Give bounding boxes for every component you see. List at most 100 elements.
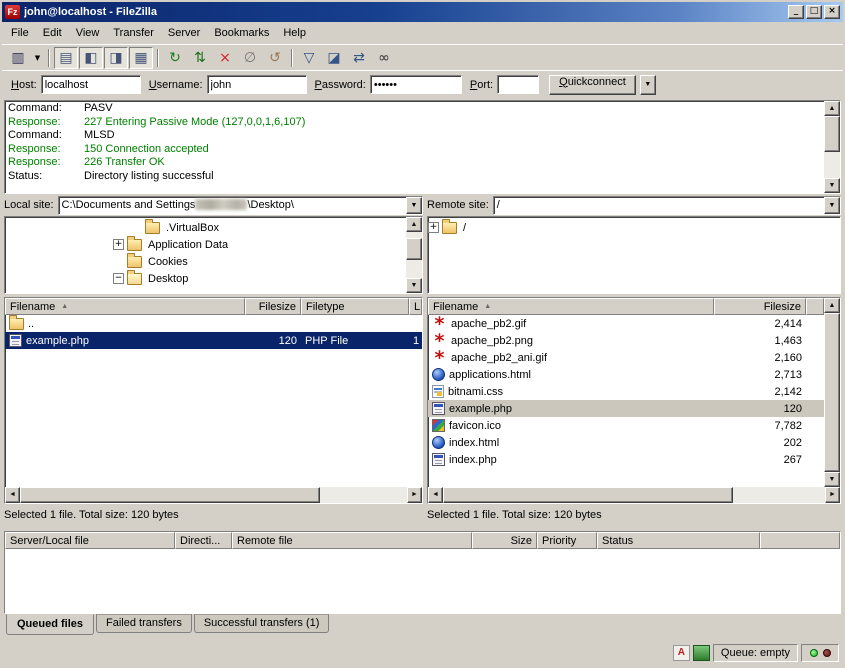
- expand-icon[interactable]: +: [113, 239, 124, 250]
- host-input[interactable]: [41, 75, 141, 94]
- column-header-priority[interactable]: Priority: [537, 532, 597, 549]
- queue-list-body[interactable]: [5, 549, 840, 613]
- tab-queued-files[interactable]: Queued files: [6, 614, 94, 635]
- column-header-filler[interactable]: [760, 532, 840, 549]
- cancel-button[interactable]: ×: [213, 47, 237, 69]
- tree-item[interactable]: .VirtualBox: [5, 219, 406, 236]
- column-header-size[interactable]: Size: [472, 532, 537, 549]
- tab-successful-transfers-1[interactable]: Successful transfers (1): [194, 614, 330, 633]
- scroll-right-button[interactable]: ►: [825, 487, 840, 503]
- file-row[interactable]: applications.html2,713: [428, 366, 824, 383]
- toggle-message-log-button[interactable]: ▤: [54, 47, 78, 69]
- site-manager-button[interactable]: ▥: [6, 47, 30, 69]
- reconnect-button[interactable]: ↺: [263, 47, 287, 69]
- scroll-track[interactable]: [824, 313, 840, 472]
- menu-item-view[interactable]: View: [69, 25, 107, 41]
- menu-item-edit[interactable]: Edit: [36, 25, 69, 41]
- scroll-down-button[interactable]: ▼: [824, 472, 840, 487]
- scroll-thumb[interactable]: [443, 487, 733, 503]
- port-input[interactable]: [497, 75, 539, 94]
- file-row[interactable]: apache_pb2_ani.gif2,160: [428, 349, 824, 366]
- menu-item-bookmarks[interactable]: Bookmarks: [207, 25, 276, 41]
- file-row[interactable]: index.php267: [428, 451, 824, 468]
- scroll-thumb[interactable]: [824, 313, 840, 472]
- scroll-down-button[interactable]: ▼: [824, 178, 840, 193]
- synchronized-browsing-button[interactable]: ⇄: [347, 47, 371, 69]
- file-row[interactable]: example.php120: [428, 400, 824, 417]
- scroll-left-button[interactable]: ◄: [5, 487, 20, 503]
- password-input[interactable]: [370, 75, 462, 94]
- scroll-down-button[interactable]: ▼: [406, 278, 422, 293]
- menu-item-server[interactable]: Server: [161, 25, 207, 41]
- file-row[interactable]: favicon.ico7,782: [428, 417, 824, 434]
- remote-list-hscrollbar[interactable]: ◄ ►: [428, 487, 840, 503]
- toggle-queue-button[interactable]: ▦: [129, 47, 153, 69]
- menu-item-help[interactable]: Help: [276, 25, 313, 41]
- remote-site-dropdown-button[interactable]: ▼: [824, 197, 840, 214]
- scroll-up-button[interactable]: ▲: [824, 298, 840, 313]
- disconnect-button[interactable]: ∅: [238, 47, 262, 69]
- maximize-button[interactable]: □: [806, 5, 822, 19]
- collapse-icon[interactable]: −: [113, 273, 124, 284]
- scroll-track[interactable]: [443, 487, 825, 503]
- column-header-filename[interactable]: Filename▲: [5, 298, 245, 315]
- process-queue-button[interactable]: ⇅: [188, 47, 212, 69]
- scroll-track[interactable]: [824, 116, 840, 178]
- local-list-body[interactable]: ..example.php120PHP File1: [5, 315, 422, 487]
- column-header-server-local-file[interactable]: Server/Local file: [5, 532, 175, 549]
- log-scrollbar[interactable]: ▲ ▼: [824, 101, 840, 193]
- scroll-thumb[interactable]: [824, 116, 840, 152]
- expand-icon[interactable]: +: [428, 222, 439, 233]
- titlebar[interactable]: Fz john@localhost - FileZilla _ □ ×: [2, 2, 843, 22]
- scroll-track[interactable]: [406, 232, 422, 278]
- column-header-filesize[interactable]: Filesize: [714, 298, 806, 315]
- column-header-filename[interactable]: Filename▲: [428, 298, 714, 315]
- toggle-local-tree-button[interactable]: ◧: [79, 47, 103, 69]
- file-row[interactable]: apache_pb2.gif2,414: [428, 315, 824, 332]
- scroll-thumb[interactable]: [406, 238, 422, 260]
- scroll-thumb[interactable]: [20, 487, 320, 503]
- column-header-filler[interactable]: [806, 298, 824, 315]
- column-header-status[interactable]: Status: [597, 532, 760, 549]
- remote-site-combo[interactable]: / ▼: [493, 196, 841, 215]
- tree-item[interactable]: −Desktop: [5, 270, 406, 287]
- menu-item-file[interactable]: File: [4, 25, 36, 41]
- menu-item-transfer[interactable]: Transfer: [106, 25, 161, 41]
- file-row[interactable]: index.html202: [428, 434, 824, 451]
- column-header-remote-file[interactable]: Remote file: [232, 532, 472, 549]
- scroll-up-button[interactable]: ▲: [824, 101, 840, 116]
- minimize-button[interactable]: _: [788, 5, 804, 19]
- tree-item[interactable]: +/: [428, 219, 840, 236]
- scroll-left-button[interactable]: ◄: [428, 487, 443, 503]
- scroll-up-button[interactable]: ▲: [406, 217, 422, 232]
- directory-comparison-button[interactable]: ◪: [322, 47, 346, 69]
- quickconnect-dropdown-button[interactable]: ▼: [640, 75, 656, 95]
- site-manager-dropdown-button[interactable]: ▼: [31, 47, 44, 69]
- quickconnect-button[interactable]: Quickconnect: [549, 75, 636, 95]
- local-tree-scrollbar[interactable]: ▲ ▼: [406, 217, 422, 293]
- find-files-button[interactable]: ∞: [372, 47, 396, 69]
- close-button[interactable]: ×: [824, 5, 840, 19]
- tree-item[interactable]: +Application Data: [5, 236, 406, 253]
- tab-failed-transfers[interactable]: Failed transfers: [96, 614, 192, 633]
- scroll-right-button[interactable]: ►: [407, 487, 422, 503]
- local-site-combo[interactable]: C:\Documents and Settings\Desktop\ ▼: [58, 196, 423, 215]
- column-header-filesize[interactable]: Filesize: [245, 298, 301, 315]
- refresh-button[interactable]: ↻: [163, 47, 187, 69]
- remote-list-body[interactable]: apache_pb2.gif2,414apache_pb2.png1,463ap…: [428, 315, 824, 487]
- column-header-directi[interactable]: Directi...: [175, 532, 232, 549]
- file-row[interactable]: apache_pb2.png1,463: [428, 332, 824, 349]
- remote-list-scrollbar[interactable]: ▲ ▼: [824, 298, 840, 487]
- tree-item[interactable]: Cookies: [5, 253, 406, 270]
- column-header-filetype[interactable]: Filetype: [301, 298, 409, 315]
- file-row[interactable]: example.php120PHP File1: [5, 332, 422, 349]
- filter-button[interactable]: ▽: [297, 47, 321, 69]
- scroll-track[interactable]: [20, 487, 407, 503]
- username-input[interactable]: [207, 75, 307, 94]
- encryption-icon[interactable]: [693, 645, 710, 661]
- column-header-l[interactable]: L: [409, 298, 422, 315]
- file-row[interactable]: ..: [5, 315, 422, 332]
- local-site-dropdown-button[interactable]: ▼: [406, 197, 422, 214]
- local-list-hscrollbar[interactable]: ◄ ►: [5, 487, 422, 503]
- file-row[interactable]: bitnami.css2,142: [428, 383, 824, 400]
